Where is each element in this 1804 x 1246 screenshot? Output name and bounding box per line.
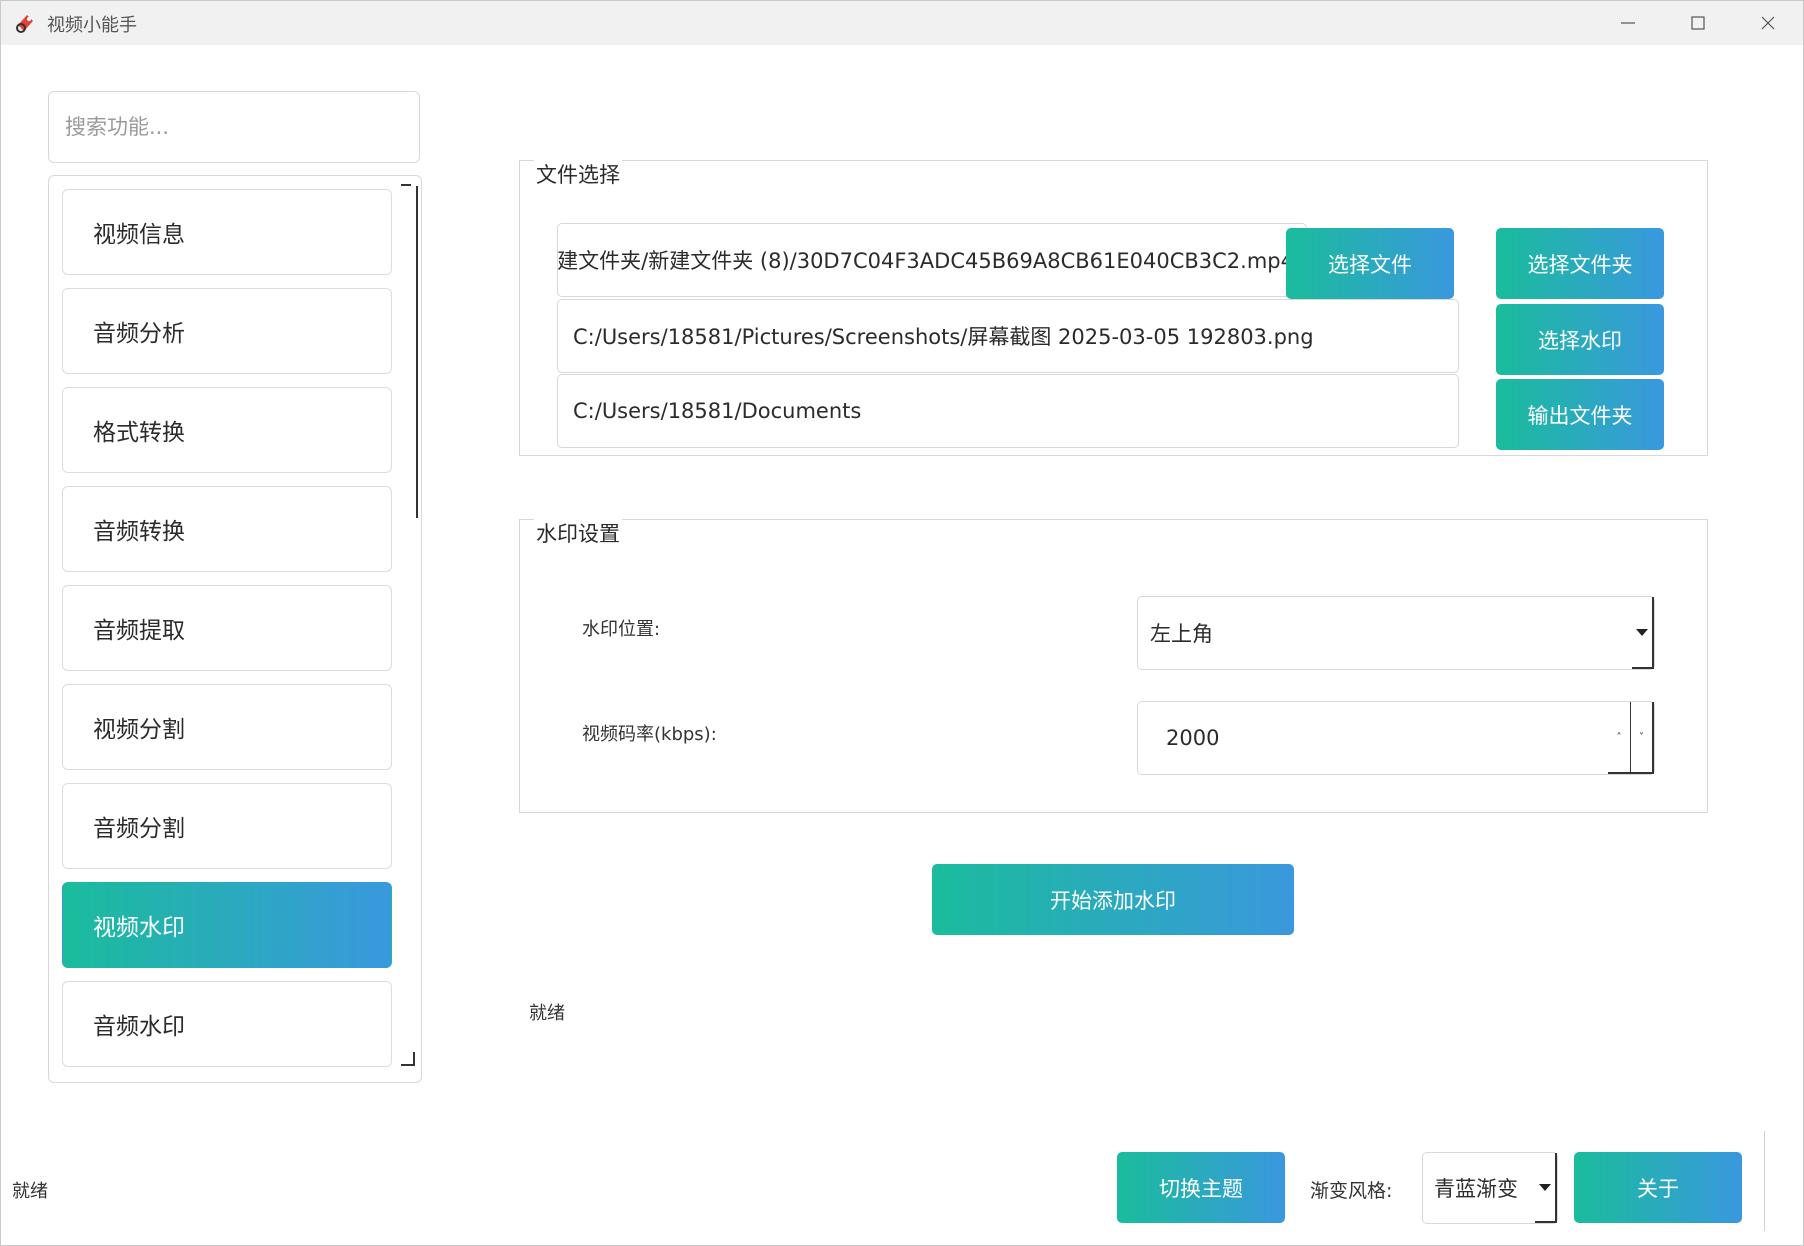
video-path-field[interactable]: 新建文件夹/新建文件夹 (8)/30D7C04F3ADC45B69A8CB61E… (557, 223, 1307, 297)
switch-theme-button[interactable]: 切换主题 (1117, 1152, 1285, 1223)
search-input[interactable] (49, 92, 419, 162)
spinbox-arrows: ˄ ˅ (1608, 702, 1654, 774)
video-path-text: 新建文件夹/新建文件夹 (8)/30D7C04F3ADC45B69A8CB61E… (557, 249, 1294, 273)
spin-up-icon[interactable]: ˄ (1608, 702, 1630, 774)
dropdown-arrow-icon[interactable] (1535, 1153, 1557, 1223)
close-button[interactable] (1733, 1, 1803, 45)
watermark-position-label: 水印位置: (582, 619, 661, 640)
gradient-style-value: 青蓝渐变 (1434, 1177, 1518, 1201)
scrollbar-handle[interactable] (404, 186, 418, 518)
nav-item-video-watermark[interactable]: 视频水印 (62, 882, 392, 968)
scroll-down-arrow[interactable] (401, 1052, 415, 1066)
dropdown-arrow-icon[interactable] (1632, 597, 1654, 669)
output-folder-button[interactable]: 输出文件夹 (1496, 379, 1664, 450)
nav-item-audio-analysis[interactable]: 音频分析 (62, 288, 392, 374)
select-file-button[interactable]: 选择文件 (1286, 228, 1454, 299)
maximize-button[interactable] (1663, 1, 1733, 45)
nav-item-audio-extract[interactable]: 音频提取 (62, 585, 392, 671)
nav-item-video-split[interactable]: 视频分割 (62, 684, 392, 770)
main-status-text: 就绪 (529, 1003, 565, 1024)
bottom-status-text: 就绪 (12, 1181, 48, 1202)
video-bitrate-spinbox[interactable]: 2000 ˄ ˅ (1137, 701, 1655, 775)
select-folder-button[interactable]: 选择文件夹 (1496, 228, 1664, 299)
title-bar: 视频小能手 (1, 1, 1803, 45)
watermark-path-field[interactable]: C:/Users/18581/Pictures/Screenshots/屏幕截图… (557, 299, 1459, 373)
watermark-settings-group: 水印设置 水印位置: 左上角 视频码率(kbps): 2000 ˄ ˅ (519, 518, 1708, 813)
file-selection-group: 文件选择 新建文件夹/新建文件夹 (8)/30D7C04F3ADC45B69A8… (519, 159, 1708, 456)
close-icon (1761, 16, 1775, 30)
watermark-position-value: 左上角 (1150, 622, 1213, 646)
nav-item-audio-convert[interactable]: 音频转换 (62, 486, 392, 572)
feature-list: 视频信息 音频分析 格式转换 音频转换 音频提取 视频分割 音频分割 视频水印 … (48, 175, 422, 1083)
watermark-position-select[interactable]: 左上角 (1137, 596, 1655, 670)
bottom-divider (1764, 1131, 1765, 1231)
video-bitrate-value: 2000 (1166, 726, 1220, 750)
nav-item-audio-watermark[interactable]: 音频水印 (62, 981, 392, 1067)
app-window: 视频小能手 视频信息 音频分析 格式转换 音频转换 音频提取 视频分割 音频分割… (0, 0, 1804, 1246)
start-watermark-button[interactable]: 开始添加水印 (932, 864, 1294, 935)
output-path-field[interactable]: C:/Users/18581/Documents (557, 374, 1459, 448)
spin-down-icon[interactable]: ˅ (1630, 702, 1654, 774)
watermark-settings-title: 水印设置 (534, 518, 622, 548)
gradient-style-select[interactable]: 青蓝渐变 (1422, 1152, 1558, 1224)
video-bitrate-label: 视频码率(kbps): (582, 724, 717, 745)
maximize-icon (1691, 16, 1705, 30)
select-watermark-button[interactable]: 选择水印 (1496, 304, 1664, 375)
minimize-button[interactable] (1593, 1, 1663, 45)
minimize-icon (1621, 22, 1635, 24)
file-selection-title: 文件选择 (534, 159, 622, 189)
app-logo-icon (16, 15, 33, 33)
nav-item-video-info[interactable]: 视频信息 (62, 189, 392, 275)
search-box (48, 91, 420, 163)
about-button[interactable]: 关于 (1574, 1152, 1742, 1223)
window-title: 视频小能手 (47, 15, 137, 36)
nav-item-format-convert[interactable]: 格式转换 (62, 387, 392, 473)
gradient-style-label: 渐变风格: (1310, 1180, 1393, 1202)
nav-item-audio-split[interactable]: 音频分割 (62, 783, 392, 869)
